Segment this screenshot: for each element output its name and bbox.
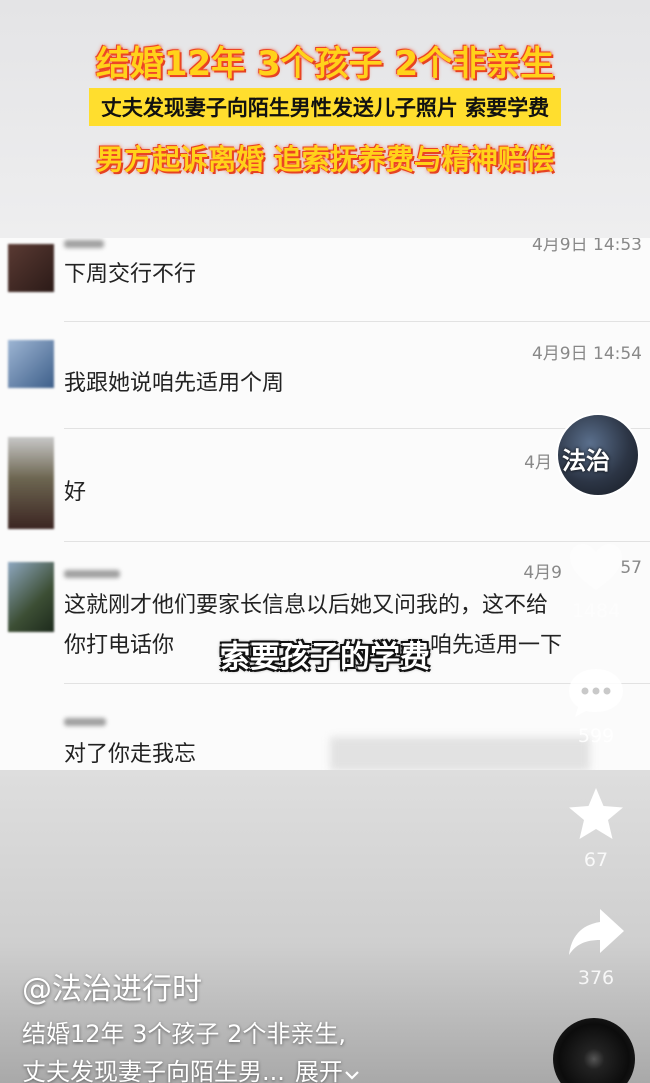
share-arrow-icon: [569, 909, 624, 955]
message-timestamp: 4月: [524, 453, 552, 473]
divider: [64, 321, 650, 322]
comment-count: 599: [577, 725, 615, 747]
message-text: 这就刚才他们要家长信息以后她又问我的，这不给: [64, 593, 549, 618]
caption-line1: 结婚12年 3个孩子 2个非亲生,: [22, 1020, 346, 1048]
caption-line2-text: 丈夫发现妻子向陌生男...: [22, 1058, 285, 1083]
avatar: [8, 340, 54, 388]
message-timestamp: 4月9: [523, 563, 562, 583]
comment-icon: [569, 669, 623, 717]
video-subtitle: 索要孩子的学费: [220, 640, 430, 675]
author-name[interactable]: @法治进行时: [22, 964, 202, 1008]
chat-screenshot: 4月9日 14:53 下周交行不行 4月9日 14:54 我跟她说咱先适用个周 …: [0, 238, 650, 770]
avatar: [8, 244, 54, 292]
divider: [64, 428, 650, 429]
sender-name: [64, 240, 104, 248]
message-text: 下周交行不行: [64, 262, 197, 287]
share-count: 376: [577, 967, 615, 989]
avatar: [8, 562, 54, 632]
banner-headline: 结婚12年 3个孩子 2个非亲生: [95, 44, 555, 84]
redacted-area: [330, 737, 590, 770]
creator-avatar[interactable]: 法治: [556, 413, 640, 497]
caption-line2: 丈夫发现妻子向陌生男... 展开: [22, 1052, 359, 1083]
title-banner: 结婚12年 3个孩子 2个非亲生 丈夫发现妻子向陌生男性发送儿子照片 索要学费 …: [0, 0, 650, 238]
like-count: 1484: [571, 600, 621, 622]
heart-icon: [570, 544, 622, 590]
video-frame[interactable]: 结婚12年 3个孩子 2个非亲生 丈夫发现妻子向陌生男性发送儿子照片 索要学费 …: [0, 0, 650, 1083]
comment-button[interactable]: 599: [560, 665, 632, 747]
sender-name: [64, 718, 106, 726]
chevron-down-icon: [345, 1071, 359, 1080]
expand-label: 展开: [294, 1058, 343, 1083]
banner-tagline: 男方起诉离婚 追索抚养费与精神赔偿: [96, 143, 554, 176]
message-text: 好: [64, 480, 87, 505]
favorite-button[interactable]: 67: [560, 785, 632, 871]
expand-caption-button[interactable]: 展开: [295, 1058, 359, 1083]
sender-name: [64, 570, 120, 578]
message-text: 我跟她说咱先适用个周: [64, 371, 285, 396]
message-timestamp: 4月9日 14:54: [531, 344, 642, 364]
share-button[interactable]: 376: [560, 905, 632, 989]
like-button[interactable]: 1484: [560, 540, 632, 622]
message-text: 对了你走我忘: [64, 742, 197, 767]
banner-subheadline: 丈夫发现妻子向陌生男性发送儿子照片 索要学费: [88, 88, 562, 126]
favorite-count: 67: [583, 849, 609, 871]
message-timestamp: 4月9日 14:53: [531, 238, 642, 255]
star-icon: [569, 788, 623, 839]
avatar: [8, 437, 54, 529]
creator-avatar-text: 法治: [562, 447, 610, 475]
